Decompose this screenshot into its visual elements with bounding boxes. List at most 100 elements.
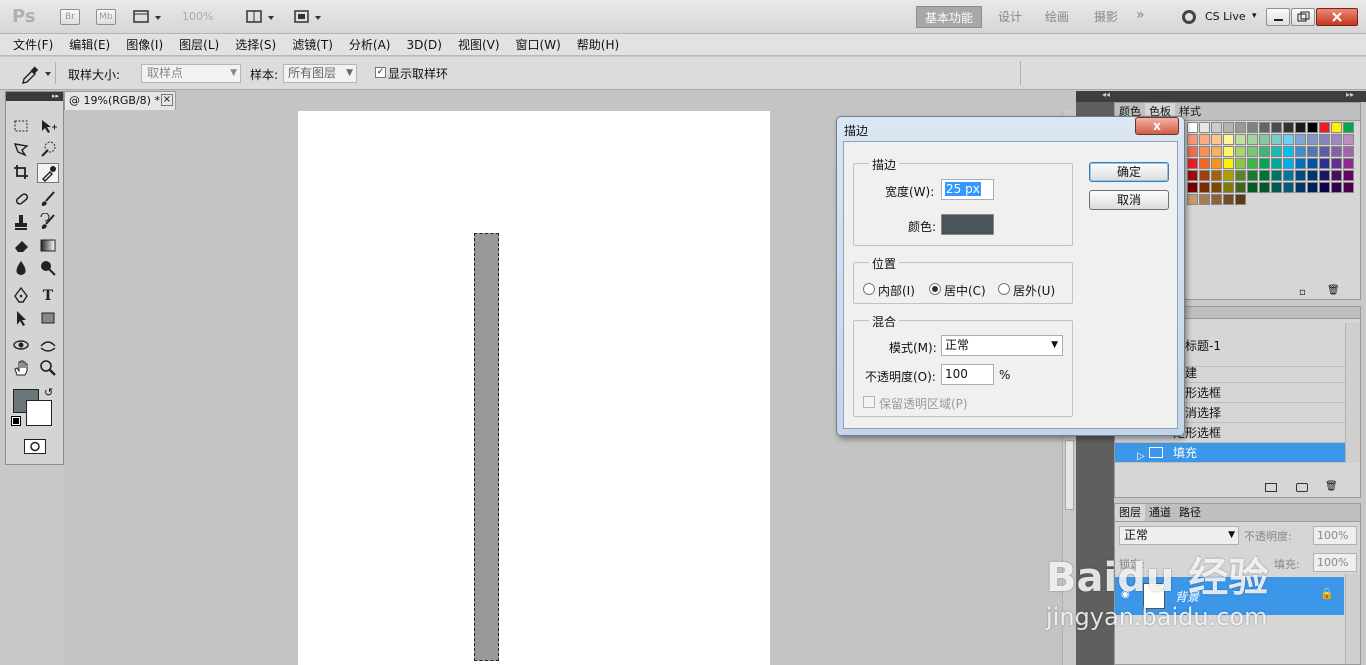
expand-panels-icon[interactable]: ▸▸ xyxy=(1346,90,1354,99)
color-swatch[interactable] xyxy=(1211,122,1222,133)
color-swatch[interactable] xyxy=(1259,170,1270,181)
workspace-painting[interactable]: 绘画 xyxy=(1037,6,1077,28)
color-swatch[interactable] xyxy=(1343,146,1354,157)
color-swatch[interactable] xyxy=(1331,146,1342,157)
color-swatch[interactable] xyxy=(1343,182,1354,193)
blur-tool-icon[interactable] xyxy=(10,259,32,279)
sample-size-select[interactable]: 取样点 ▼ xyxy=(141,64,241,83)
opacity-input[interactable]: 100 xyxy=(941,364,994,385)
color-swatch[interactable] xyxy=(1235,146,1246,157)
inside-radio[interactable] xyxy=(863,283,875,295)
scrollbar-thumb[interactable] xyxy=(1065,440,1074,510)
type-tool-icon[interactable]: T xyxy=(37,286,59,306)
color-swatch[interactable] xyxy=(1283,134,1294,145)
document-tab[interactable]: @ 19%(RGB/8) * × xyxy=(64,91,176,110)
pen-tool-icon[interactable] xyxy=(10,286,32,306)
history-scrollbar[interactable] xyxy=(1345,323,1360,463)
mini-bridge-button[interactable]: Mb xyxy=(96,9,116,25)
color-swatch[interactable] xyxy=(1259,146,1270,157)
color-swatch[interactable] xyxy=(1331,158,1342,169)
color-swatch[interactable] xyxy=(1295,146,1306,157)
color-swatch[interactable] xyxy=(1211,158,1222,169)
close-window-button[interactable] xyxy=(1316,8,1358,26)
history-brush-tool-icon[interactable] xyxy=(37,212,59,233)
color-swatch[interactable] xyxy=(1343,134,1354,145)
color-swatch[interactable] xyxy=(1283,158,1294,169)
color-swatch[interactable] xyxy=(1235,170,1246,181)
brush-tool-icon[interactable] xyxy=(37,190,59,210)
crop-tool-icon[interactable] xyxy=(10,163,32,183)
color-swatch[interactable] xyxy=(1211,134,1222,145)
menu-window[interactable]: 窗口(W) xyxy=(508,34,569,56)
show-ring-checkbox[interactable]: ✓ xyxy=(375,67,386,78)
move-tool-icon[interactable] xyxy=(37,117,59,137)
eyedropper-tool-icon[interactable] xyxy=(37,163,59,183)
snapshot-camera-icon[interactable] xyxy=(1296,483,1308,492)
color-swatch[interactable] xyxy=(1319,170,1330,181)
color-swatch[interactable] xyxy=(1295,170,1306,181)
color-swatch[interactable] xyxy=(1211,170,1222,181)
menu-file[interactable]: 文件(F) xyxy=(5,34,61,56)
menu-layer[interactable]: 图层(L) xyxy=(171,34,227,56)
mode-select[interactable]: 正常 ▼ xyxy=(941,335,1063,356)
color-swatch[interactable] xyxy=(1235,182,1246,193)
bridge-button[interactable]: Br xyxy=(60,9,80,25)
tools-panel-header[interactable]: ▸▸ xyxy=(6,92,63,101)
color-swatch[interactable] xyxy=(1187,122,1198,133)
color-swatch[interactable] xyxy=(1187,182,1198,193)
3d-rotate-tool-icon[interactable] xyxy=(10,336,32,356)
new-swatch-icon[interactable]: ▫ xyxy=(1299,287,1306,298)
swap-colors-icon[interactable]: ↺ xyxy=(44,386,53,399)
layer-opacity-input[interactable]: 100% xyxy=(1313,526,1357,545)
tab-layers[interactable]: 图层 xyxy=(1115,504,1145,521)
tab-paths[interactable]: 路径 xyxy=(1175,504,1205,521)
minimize-button[interactable] xyxy=(1266,8,1290,26)
color-swatch[interactable] xyxy=(1247,146,1258,157)
color-swatch[interactable] xyxy=(1283,182,1294,193)
color-swatch[interactable] xyxy=(1199,194,1210,205)
tab-channels[interactable]: 通道 xyxy=(1145,504,1175,521)
color-swatch[interactable] xyxy=(1223,194,1234,205)
color-swatch[interactable] xyxy=(1187,146,1198,157)
ok-button[interactable]: 确定 xyxy=(1089,162,1169,182)
color-swatch[interactable] xyxy=(1211,182,1222,193)
color-swatch[interactable] xyxy=(1223,158,1234,169)
menu-3d[interactable]: 3D(D) xyxy=(398,34,449,56)
preserve-transparency-checkbox[interactable] xyxy=(863,396,875,408)
color-swatch[interactable] xyxy=(1247,158,1258,169)
swatch-grid[interactable] xyxy=(1187,122,1359,208)
color-swatch[interactable] xyxy=(1319,122,1330,133)
screen-mode-menu[interactable] xyxy=(293,8,323,26)
color-swatch[interactable] xyxy=(1331,182,1342,193)
color-swatch[interactable] xyxy=(1331,134,1342,145)
more-workspaces-icon[interactable]: » xyxy=(1136,7,1145,23)
color-swatch[interactable] xyxy=(1307,158,1318,169)
zoom-tool-icon[interactable] xyxy=(37,359,59,379)
color-swatch[interactable] xyxy=(1307,134,1318,145)
quick-selection-tool-icon[interactable] xyxy=(37,140,59,160)
blend-mode-select[interactable]: 正常 ▼ xyxy=(1119,526,1239,545)
menu-filter[interactable]: 滤镜(T) xyxy=(284,34,341,56)
color-swatch[interactable] xyxy=(1307,146,1318,157)
collapse-panels-icon[interactable]: ◂◂ xyxy=(1102,90,1110,99)
color-swatch[interactable] xyxy=(1307,170,1318,181)
color-swatch[interactable] xyxy=(1319,158,1330,169)
color-swatch[interactable] xyxy=(1247,122,1258,133)
color-swatch[interactable] xyxy=(1331,170,1342,181)
workspace-essentials[interactable]: 基本功能 xyxy=(916,6,983,28)
document-canvas[interactable] xyxy=(298,111,770,665)
tool-preset-picker[interactable] xyxy=(10,62,56,84)
color-swatch[interactable] xyxy=(1343,122,1354,133)
color-swatch[interactable] xyxy=(1247,170,1258,181)
color-swatch[interactable] xyxy=(1235,194,1246,205)
color-swatch[interactable] xyxy=(1259,158,1270,169)
trash-icon[interactable]: 🗑 xyxy=(1325,481,1338,492)
menu-image[interactable]: 图像(I) xyxy=(118,34,171,56)
path-selection-tool-icon[interactable] xyxy=(10,309,32,329)
color-swatch[interactable] xyxy=(1319,146,1330,157)
color-swatch[interactable] xyxy=(1211,146,1222,157)
color-swatch[interactable] xyxy=(1259,134,1270,145)
color-swatch[interactable] xyxy=(1331,122,1342,133)
lasso-tool-icon[interactable] xyxy=(10,140,32,160)
menu-help[interactable]: 帮助(H) xyxy=(569,34,627,56)
